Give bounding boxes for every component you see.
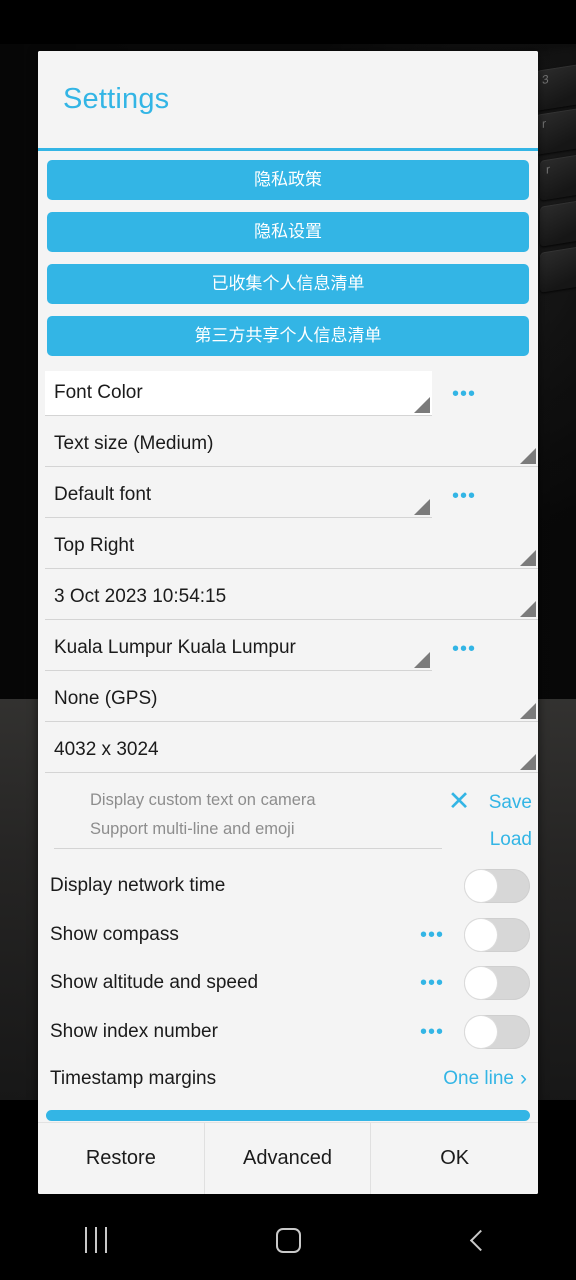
close-icon[interactable]: ✕	[442, 784, 476, 818]
setting-row-timestamp-margins[interactable]: Timestamp margins One line ›	[38, 1056, 538, 1101]
chevron-down-icon	[414, 499, 430, 515]
third-party-shared-info-list-button[interactable]: 第三方共享个人信息清单	[47, 316, 529, 356]
chevron-down-icon	[520, 703, 536, 719]
nav-home-button[interactable]	[192, 1200, 384, 1280]
advanced-button[interactable]: Advanced	[204, 1123, 372, 1194]
setting-row-show-altitude-and-speed[interactable]: Show altitude and speed •••	[38, 959, 538, 1008]
restore-button[interactable]: Restore	[38, 1123, 205, 1194]
toggle-label: Show index number	[50, 1020, 218, 1042]
chevron-down-icon	[520, 754, 536, 770]
privacy-policy-button[interactable]: 隐私政策	[47, 160, 529, 200]
datetime-spinner[interactable]: 3 Oct 2023 10:54:15	[45, 575, 538, 620]
chevron-down-icon	[520, 550, 536, 566]
collected-personal-info-list-button[interactable]: 已收集个人信息清单	[47, 264, 529, 304]
setting-row-font: Default font •••	[38, 470, 538, 521]
show-altitude-and-speed-switch[interactable]	[464, 966, 530, 1001]
setting-row-show-index-number[interactable]: Show index number •••	[38, 1008, 538, 1057]
switch-knob	[465, 918, 497, 951]
dialog-title-bar: Settings	[38, 51, 538, 148]
setting-row-resolution: 4032 x 3024	[38, 725, 538, 776]
setting-row-display-network-time[interactable]: Display network time	[38, 862, 538, 911]
chevron-down-icon	[414, 397, 430, 413]
load-button[interactable]: Load	[476, 821, 532, 858]
setting-row-text-size: Text size (Medium)	[38, 419, 538, 470]
ok-button[interactable]: OK	[371, 1123, 538, 1194]
settings-scroll-body[interactable]: 隐私政策 隐私设置 已收集个人信息清单 第三方共享个人信息清单 Font Col…	[38, 151, 538, 1110]
scrollbar-thumb[interactable]	[46, 1110, 530, 1121]
custom-text-placeholder-line2: Support multi-line and emoji	[90, 819, 295, 838]
font-overflow-icon[interactable]: •••	[432, 486, 496, 506]
custom-text-input[interactable]: Display custom text on camera Support mu…	[54, 784, 442, 849]
display-network-time-switch[interactable]	[464, 869, 530, 904]
font-color-overflow-icon[interactable]: •••	[432, 384, 496, 404]
show-compass-switch[interactable]	[464, 917, 530, 952]
back-icon	[469, 1229, 491, 1251]
setting-row-datetime: 3 Oct 2023 10:54:15	[38, 572, 538, 623]
show-index-number-overflow-icon[interactable]: •••	[400, 1022, 464, 1042]
chevron-down-icon	[520, 601, 536, 617]
spinner-value: Default font	[54, 484, 152, 505]
toggle-label: Show altitude and speed	[50, 972, 259, 994]
spinner-value: 3 Oct 2023 10:54:15	[54, 586, 227, 607]
resolution-spinner[interactable]: 4032 x 3024	[45, 728, 538, 773]
setting-row-font-color: Font Color •••	[38, 368, 538, 419]
spinner-value: Font Color	[54, 382, 143, 403]
show-compass-overflow-icon[interactable]: •••	[400, 925, 464, 945]
chevron-right-icon: ›	[520, 1066, 527, 1090]
timestamp-margins-value: One line	[443, 1067, 514, 1089]
switch-knob	[465, 870, 497, 903]
setting-row-show-compass[interactable]: Show compass •••	[38, 911, 538, 960]
key-label: r	[542, 116, 546, 131]
spinner-value: Text size (Medium)	[54, 433, 214, 454]
text-size-spinner[interactable]: Text size (Medium)	[45, 422, 538, 467]
android-navigation-bar	[0, 1200, 576, 1280]
recents-icon	[85, 1227, 107, 1253]
switch-knob	[465, 967, 497, 1000]
show-altitude-overflow-icon[interactable]: •••	[400, 973, 464, 993]
switch-knob	[465, 1015, 497, 1048]
timestamp-margins-label: Timestamp margins	[50, 1067, 217, 1089]
privacy-settings-button[interactable]: 隐私设置	[47, 212, 529, 252]
nav-back-button[interactable]	[384, 1200, 576, 1280]
screen: 3 r r Settings 隐私政策 隐私设置 已收集个人信息清单 第三方共享…	[0, 0, 576, 1280]
setting-row-location: Kuala Lumpur Kuala Lumpur •••	[38, 623, 538, 674]
font-color-spinner[interactable]: Font Color	[45, 371, 432, 416]
page-title: Settings	[63, 83, 170, 115]
custom-text-row: Display custom text on camera Support mu…	[38, 776, 538, 862]
show-index-number-switch[interactable]	[464, 1014, 530, 1049]
setting-row-location-source: None (GPS)	[38, 674, 538, 725]
dialog-footer: Restore Advanced OK	[38, 1122, 538, 1194]
home-icon	[275, 1227, 301, 1253]
font-spinner[interactable]: Default font	[45, 473, 432, 518]
chevron-down-icon	[414, 652, 430, 668]
save-load-group: Save Load	[476, 784, 538, 858]
location-source-spinner[interactable]: None (GPS)	[45, 677, 538, 722]
location-overflow-icon[interactable]: •••	[432, 639, 496, 659]
position-spinner[interactable]: Top Right	[45, 524, 538, 569]
setting-row-position: Top Right	[38, 521, 538, 572]
save-button[interactable]: Save	[476, 784, 532, 821]
chevron-down-icon	[520, 448, 536, 464]
toggle-label: Show compass	[50, 923, 179, 945]
spinner-value: Kuala Lumpur Kuala Lumpur	[54, 637, 296, 658]
horizontal-scrollbar[interactable]	[38, 1110, 538, 1122]
custom-text-placeholder-line1: Display custom text on camera	[90, 791, 316, 809]
spinner-value: Top Right	[54, 535, 135, 556]
nav-recents-button[interactable]	[0, 1200, 192, 1280]
key-label: 3	[542, 71, 549, 87]
settings-dialog: Settings 隐私政策 隐私设置 已收集个人信息清单 第三方共享个人信息清单…	[38, 51, 538, 1194]
spinner-value: None (GPS)	[54, 688, 158, 709]
location-spinner[interactable]: Kuala Lumpur Kuala Lumpur	[45, 626, 432, 671]
toggle-label: Display network time	[50, 875, 226, 897]
spinner-value: 4032 x 3024	[54, 739, 159, 760]
key-label: r	[546, 162, 550, 177]
